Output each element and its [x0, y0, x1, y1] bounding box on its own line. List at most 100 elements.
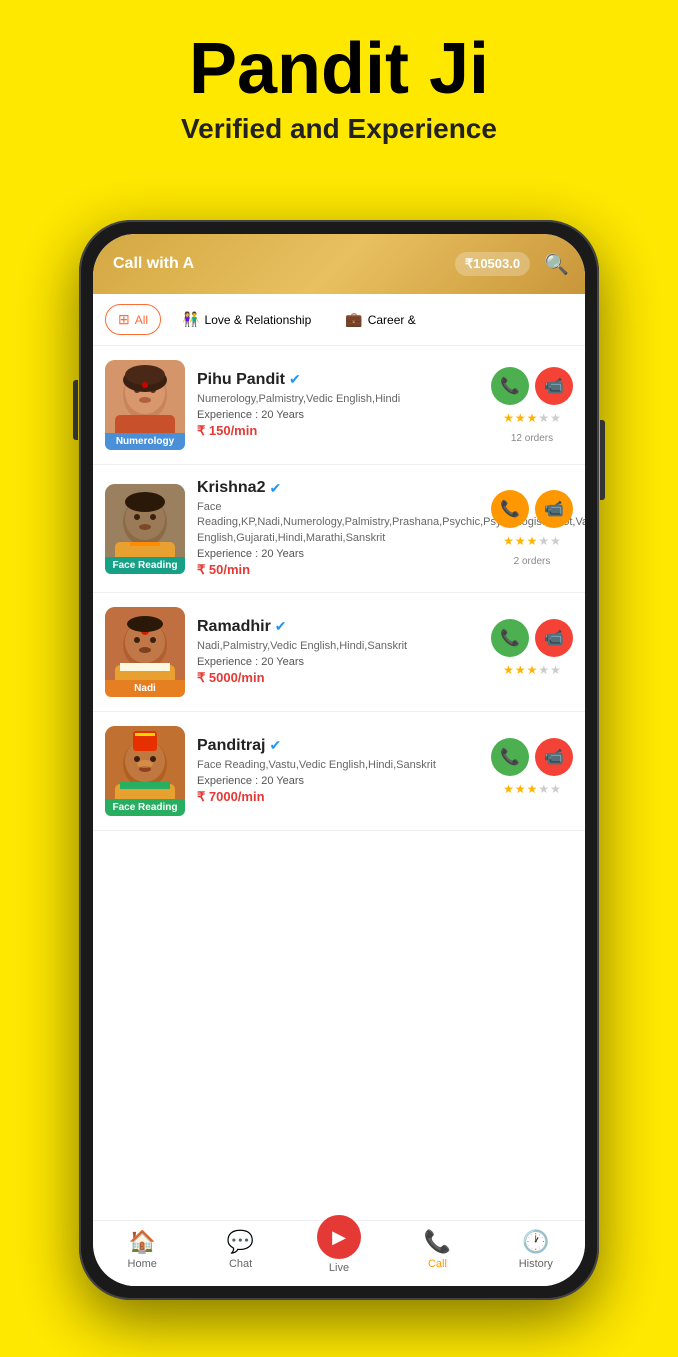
- card-name-panditraj: Panditraj: [197, 737, 265, 755]
- list-item: Nadi Ramadhir ✔ Nadi,Palmistry,Vedic Eng…: [93, 593, 585, 712]
- all-icon: ⊞: [118, 311, 130, 328]
- filter-tab-love[interactable]: 👫 Love & Relationship: [169, 304, 324, 335]
- list-item: Numerology Pihu Pandit ✔ Numerology,Palm…: [93, 346, 585, 465]
- badge-krishna: Face Reading: [105, 557, 185, 574]
- live-button[interactable]: ▶: [317, 1215, 361, 1259]
- chat-icon: 💬: [227, 1229, 254, 1255]
- page-background: Pandit Ji Verified and Experience Call w…: [0, 0, 678, 165]
- nav-item-chat[interactable]: 💬 Chat: [191, 1229, 289, 1274]
- card-exp-krishna: Experience : 20 Years: [197, 548, 479, 560]
- filter-tabs: ⊞ All 👫 Love & Relationship 💼 Career &: [93, 294, 585, 346]
- card-price-krishna: ₹ 50/min: [197, 562, 479, 578]
- card-actions-pihu: 📞 📹 ★ ★ ★ ★ ★ 12 orders: [491, 367, 573, 444]
- love-icon: 👫: [182, 311, 199, 328]
- card-actions-ramadhir: 📞 📹 ★ ★ ★ ★ ★: [491, 619, 573, 685]
- filter-tab-love-label: Love & Relationship: [205, 313, 312, 327]
- orders-pihu: 12 orders: [511, 433, 553, 444]
- nav-item-call[interactable]: 📞 Call: [388, 1229, 486, 1274]
- avatar-wrap-ramadhir: Nadi: [105, 607, 185, 697]
- list-item: Face Reading Panditraj ✔ Face Reading,Va…: [93, 712, 585, 831]
- nav-label-live: Live: [329, 1262, 349, 1274]
- call-button-ramadhir[interactable]: 📞: [491, 619, 529, 657]
- phone-screen: Call with A ₹10503.0 🔍 ⊞ All 👫 Love & Re…: [93, 234, 585, 1286]
- header-balance: ₹10503.0: [455, 252, 530, 276]
- filter-tab-career[interactable]: 💼 Career &: [332, 304, 428, 335]
- name-row-panditraj: Panditraj ✔: [197, 737, 479, 755]
- nav-label-home: Home: [128, 1258, 157, 1270]
- badge-panditraj: Face Reading: [105, 799, 185, 816]
- video-button-krishna[interactable]: 📹: [535, 490, 573, 528]
- card-name-pihu: Pihu Pandit: [197, 371, 285, 389]
- card-actions-krishna: 📞 📹 ★ ★ ★ ★ ★ 2 orders: [491, 490, 573, 567]
- page-subtitle: Verified and Experience: [0, 113, 678, 145]
- live-icon: ▶: [332, 1227, 346, 1248]
- card-info-panditraj: Panditraj ✔ Face Reading,Vastu,Vedic Eng…: [197, 737, 479, 805]
- card-name-ramadhir: Ramadhir: [197, 618, 271, 636]
- call-button-krishna[interactable]: 📞: [491, 490, 529, 528]
- verified-icon-panditraj: ✔: [269, 737, 281, 754]
- avatar-wrap-krishna: Face Reading: [105, 484, 185, 574]
- filter-tab-career-label: Career &: [368, 313, 416, 327]
- card-info-pihu: Pihu Pandit ✔ Numerology,Palmistry,Vedic…: [197, 371, 479, 439]
- page-header: Pandit Ji Verified and Experience: [0, 0, 678, 165]
- nav-item-live[interactable]: ▶ Live: [290, 1229, 388, 1274]
- card-actions-panditraj: 📞 📹 ★ ★ ★ ★ ★: [491, 738, 573, 804]
- stars-krishna: ★ ★ ★ ★ ★: [503, 534, 561, 548]
- career-icon: 💼: [345, 311, 362, 328]
- name-row-pihu: Pihu Pandit ✔: [197, 371, 479, 389]
- nav-label-call: Call: [428, 1258, 447, 1270]
- badge-ramadhir: Nadi: [105, 680, 185, 697]
- card-skills-krishna: Face Reading,KP,Nadi,Numerology,Palmistr…: [197, 500, 479, 546]
- history-icon: 🕐: [522, 1229, 549, 1255]
- call-button-pihu[interactable]: 📞: [491, 367, 529, 405]
- header-right: ₹10503.0 🔍: [455, 252, 569, 277]
- call-nav-icon: 📞: [424, 1229, 451, 1255]
- card-exp-ramadhir: Experience : 20 Years: [197, 656, 479, 668]
- app-header: Call with A ₹10503.0 🔍: [93, 234, 585, 294]
- nav-item-history[interactable]: 🕐 History: [487, 1229, 585, 1274]
- card-price-ramadhir: ₹ 5000/min: [197, 670, 479, 686]
- search-icon[interactable]: 🔍: [544, 252, 569, 277]
- card-skills-pihu: Numerology,Palmistry,Vedic English,Hindi: [197, 392, 479, 407]
- card-info-ramadhir: Ramadhir ✔ Nadi,Palmistry,Vedic English,…: [197, 618, 479, 686]
- card-exp-panditraj: Experience : 20 Years: [197, 775, 479, 787]
- video-button-panditraj[interactable]: 📹: [535, 738, 573, 776]
- stars-panditraj: ★ ★ ★ ★ ★: [503, 782, 561, 796]
- verified-icon-krishna: ✔: [269, 480, 281, 497]
- filter-tab-all[interactable]: ⊞ All: [105, 304, 161, 335]
- badge-pihu: Numerology: [105, 433, 185, 450]
- card-exp-pihu: Experience : 20 Years: [197, 409, 479, 421]
- stars-pihu: ★ ★ ★ ★ ★: [503, 411, 561, 425]
- video-button-pihu[interactable]: 📹: [535, 367, 573, 405]
- card-skills-panditraj: Face Reading,Vastu,Vedic English,Hindi,S…: [197, 758, 479, 773]
- action-buttons-krishna: 📞 📹: [491, 490, 573, 528]
- card-price-pihu: ₹ 150/min: [197, 423, 479, 439]
- card-price-panditraj: ₹ 7000/min: [197, 789, 479, 805]
- astrologer-list: Numerology Pihu Pandit ✔ Numerology,Palm…: [93, 346, 585, 1220]
- action-buttons-pihu: 📞 📹: [491, 367, 573, 405]
- avatar-wrap-pihu: Numerology: [105, 360, 185, 450]
- action-buttons-panditraj: 📞 📹: [491, 738, 573, 776]
- list-item: Face Reading Krishna2 ✔ Face Reading,KP,…: [93, 465, 585, 593]
- verified-icon-pihu: ✔: [289, 371, 301, 388]
- page-title: Pandit Ji: [0, 30, 678, 109]
- card-skills-ramadhir: Nadi,Palmistry,Vedic English,Hindi,Sansk…: [197, 639, 479, 654]
- card-info-krishna: Krishna2 ✔ Face Reading,KP,Nadi,Numerolo…: [197, 479, 479, 578]
- bottom-nav: 🏠 Home 💬 Chat ▶ Live 📞 Call: [93, 1220, 585, 1286]
- verified-icon-ramadhir: ✔: [275, 618, 287, 635]
- avatar-wrap-panditraj: Face Reading: [105, 726, 185, 816]
- name-row-ramadhir: Ramadhir ✔: [197, 618, 479, 636]
- card-name-krishna: Krishna2: [197, 479, 265, 497]
- nav-item-home[interactable]: 🏠 Home: [93, 1229, 191, 1274]
- nav-label-history: History: [519, 1258, 553, 1270]
- video-button-ramadhir[interactable]: 📹: [535, 619, 573, 657]
- orders-krishna: 2 orders: [514, 556, 551, 567]
- phone-frame: Call with A ₹10503.0 🔍 ⊞ All 👫 Love & Re…: [79, 220, 599, 1300]
- stars-ramadhir: ★ ★ ★ ★ ★: [503, 663, 561, 677]
- action-buttons-ramadhir: 📞 📹: [491, 619, 573, 657]
- name-row-krishna: Krishna2 ✔: [197, 479, 479, 497]
- header-call-text: Call with A: [109, 255, 194, 273]
- call-button-panditraj[interactable]: 📞: [491, 738, 529, 776]
- filter-tab-all-label: All: [135, 313, 148, 327]
- nav-label-chat: Chat: [229, 1258, 252, 1270]
